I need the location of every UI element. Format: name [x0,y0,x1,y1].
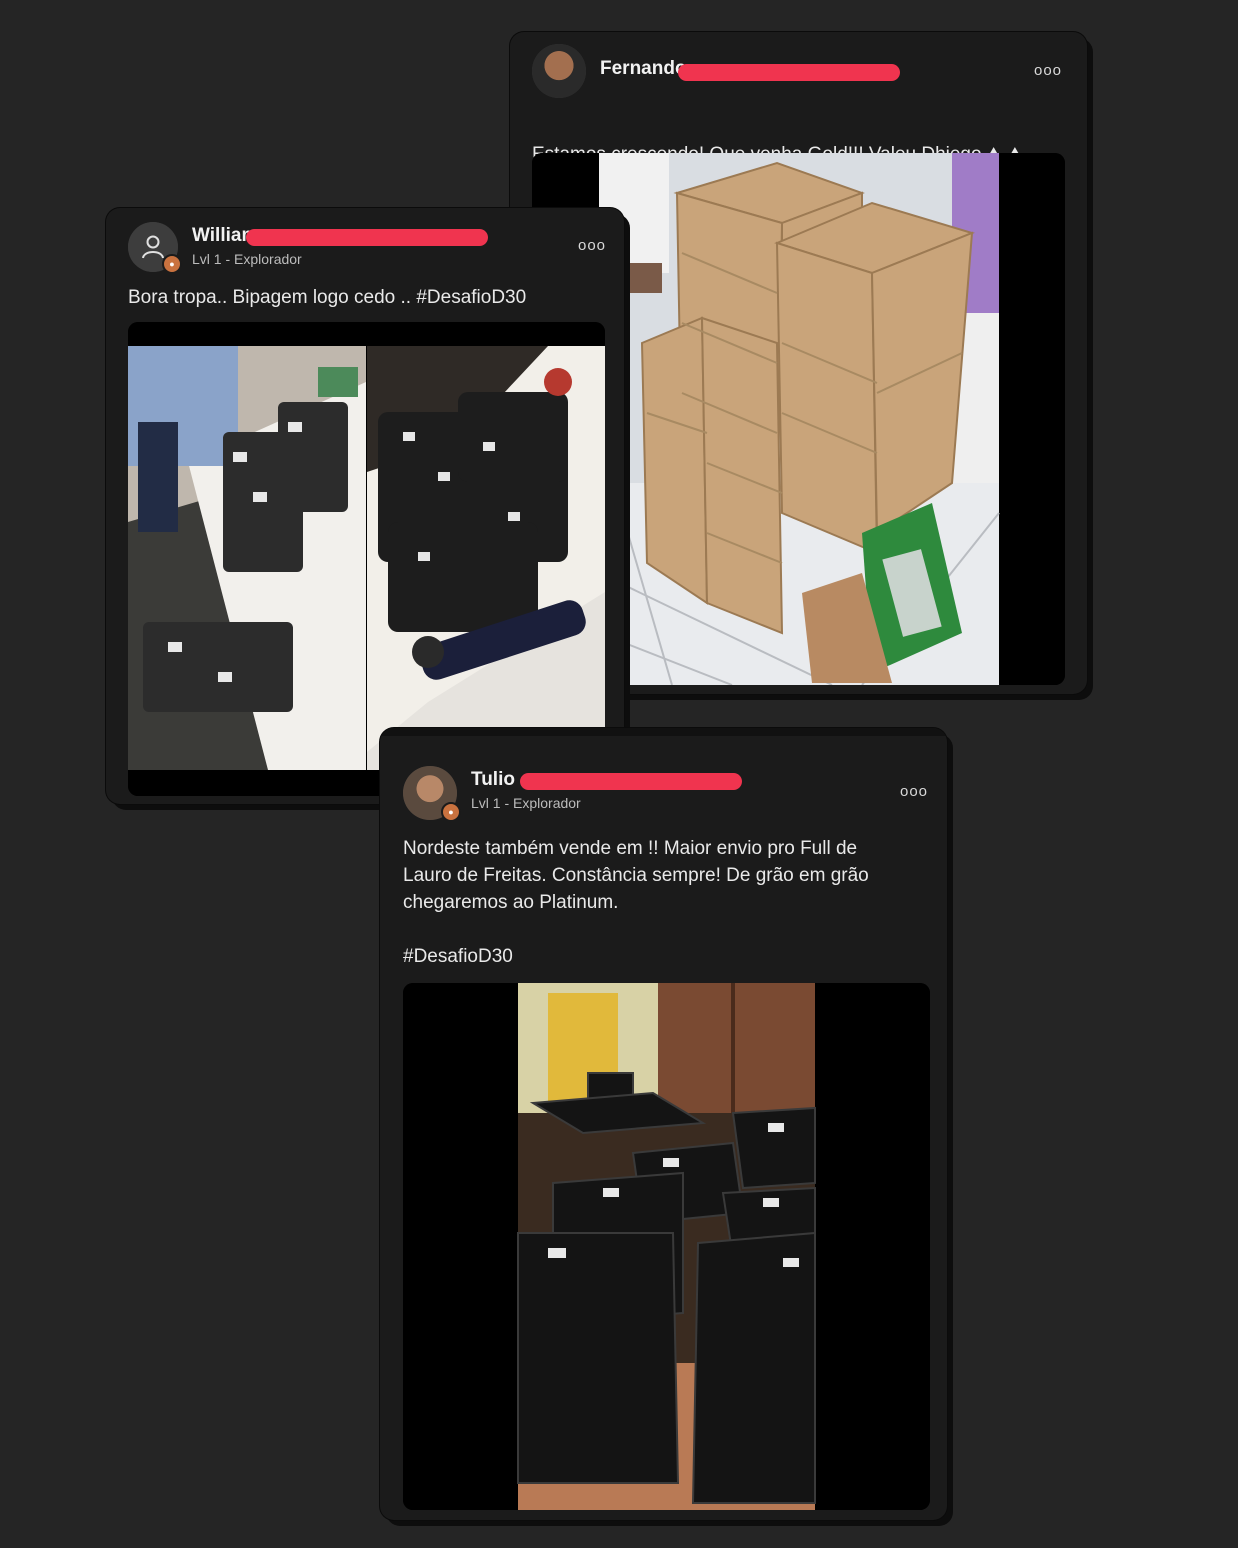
card-top-bar [380,728,947,736]
level-badge-icon: ● [162,254,182,274]
user-level: Lvl 1 - Explorador [192,251,302,267]
more-options-button[interactable]: ooo [578,237,606,254]
redaction-mark [678,64,900,81]
avatar[interactable] [532,44,586,98]
more-options-button[interactable]: ooo [1034,62,1062,79]
post-image[interactable] [403,983,930,1510]
post-card-william: ● William Lvl 1 - Explorador ooo Bora tr… [106,208,624,804]
user-level: Lvl 1 - Explorador [471,795,581,811]
packages-photo [128,322,605,796]
post-text: Bora tropa.. Bipagem logo cedo .. #Desaf… [128,287,527,308]
wrapped-boxes-photo [403,983,930,1510]
post-card-tulio: ● Tulio Lvl 1 - Explorador ooo Nordeste … [380,728,947,1520]
avatar[interactable]: ● [128,222,182,274]
redaction-mark [246,229,488,246]
avatar[interactable]: ● [403,766,461,822]
post-header: Fernando [532,44,687,98]
user-placeholder-icon [142,235,164,259]
level-badge-icon: ● [441,802,461,822]
post-image[interactable] [128,322,605,796]
more-options-button[interactable]: ooo [900,783,928,800]
redaction-mark [520,773,742,790]
post-text: Nordeste também vende em !! Maior envio … [403,838,869,967]
author-name[interactable]: Fernando [600,58,687,80]
